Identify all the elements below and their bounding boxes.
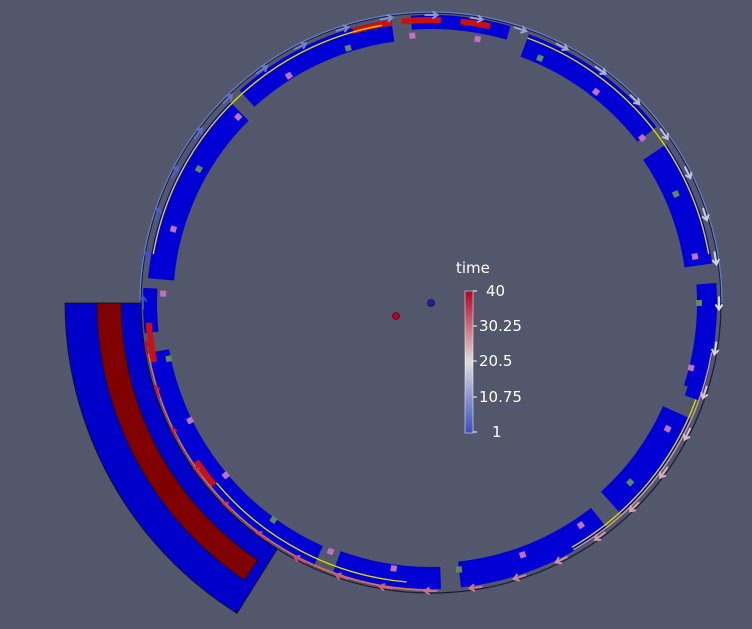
legend-label-mid: 20.5 (479, 352, 512, 370)
trajectory-blue (139, 11, 723, 304)
ring-marker (160, 290, 167, 297)
legend-label-min: 1 (492, 423, 502, 441)
track-block (239, 19, 395, 107)
ring-marker (691, 252, 699, 260)
ring-marker (409, 32, 416, 39)
render-viewport[interactable]: time 40 30.25 20.5 10.75 1 (0, 0, 752, 629)
legend-label-max: 40 (486, 282, 505, 300)
legend-colorbar (464, 290, 474, 434)
ring-marker (390, 565, 398, 572)
ring-marker (326, 547, 335, 556)
track-block (333, 551, 441, 589)
ring-marker (696, 300, 702, 306)
center-point-blue (427, 299, 435, 307)
center-point-red (392, 312, 400, 320)
track-block (520, 34, 657, 142)
track-block (458, 507, 608, 588)
ring-marker (474, 35, 482, 43)
trajectory-yellow (152, 24, 383, 255)
outer-arc-bands (64, 302, 278, 614)
red-segments (145, 17, 491, 487)
ring-marker (165, 355, 173, 363)
legend-label-3: 30.25 (479, 317, 522, 335)
legend-label-1: 10.75 (479, 388, 522, 406)
track-block (643, 144, 713, 268)
legend-title: time (456, 259, 490, 277)
color-legend: time 40 30.25 20.5 10.75 1 (456, 259, 522, 441)
ring-marker (455, 566, 463, 573)
